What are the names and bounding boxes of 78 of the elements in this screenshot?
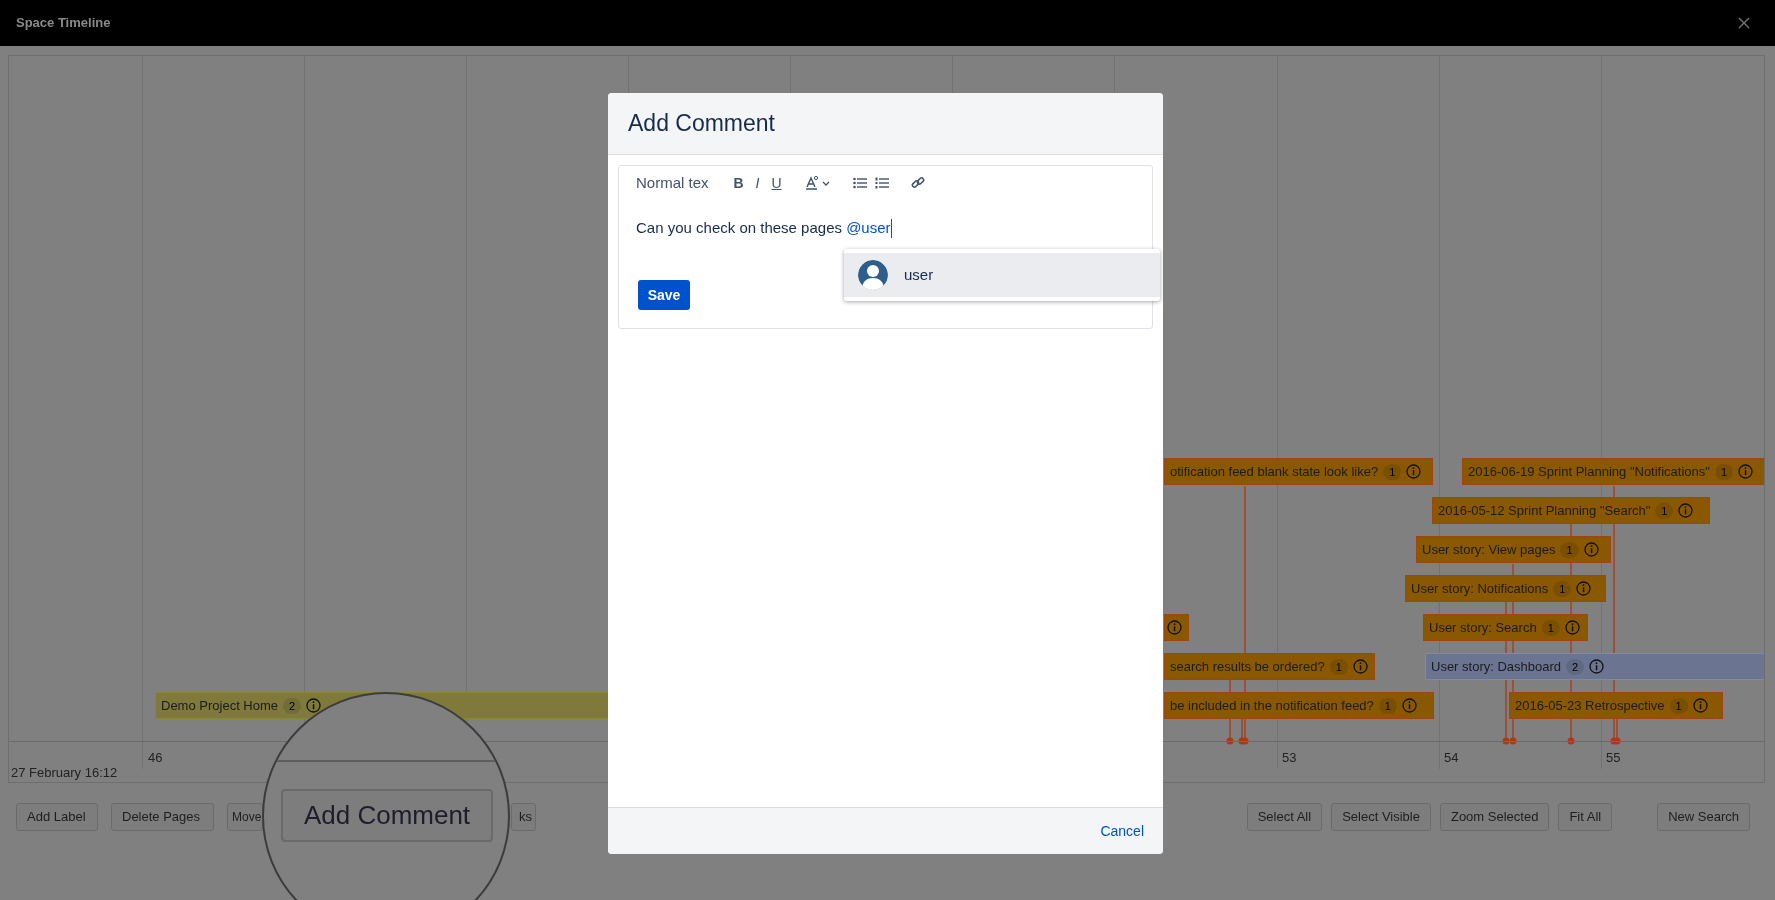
item-title: User story: Dashboard (1431, 657, 1562, 676)
info-icon[interactable] (1678, 503, 1694, 518)
info-icon[interactable] (1406, 464, 1422, 479)
count-badge: 1 (1560, 541, 1579, 558)
timeline-item[interactable]: be included in the notification feed? 1 (1164, 692, 1434, 719)
bullet-list-icon[interactable] (853, 177, 867, 189)
mention-suggestion[interactable]: user (844, 253, 1160, 297)
info-icon[interactable] (1738, 464, 1754, 479)
info-icon[interactable] (306, 698, 322, 713)
item-title: 2016-05-23 Retrospective (1515, 696, 1665, 715)
info-icon[interactable] (1576, 581, 1592, 596)
item-title: otification feed blank state look like? (1170, 462, 1379, 481)
info-icon[interactable] (1352, 659, 1368, 674)
format-button[interactable]: U (770, 172, 783, 194)
link-icon[interactable] (911, 176, 925, 190)
format-button[interactable]: B (732, 172, 745, 194)
timeline-item[interactable]: 2016-06-19 Sprint Planning "Notifications" 1 (1462, 458, 1764, 485)
count-badge: 1 (1553, 580, 1572, 597)
text-style-menu[interactable]: Normal tex (636, 171, 710, 195)
timeline-item[interactable]: User story: View pages 1 (1416, 536, 1611, 563)
item-title: 2016-06-19 Sprint Planning "Notifications" (1468, 462, 1710, 481)
item-title: 2016-05-12 Sprint Planning "Search" (1438, 501, 1651, 520)
timeline-item[interactable]: otification feed blank state look like? 1 (1164, 458, 1433, 485)
week-label: 46 (148, 749, 163, 767)
info-icon[interactable] (1692, 698, 1708, 713)
timeline-item[interactable]: 2016-05-12 Sprint Planning "Search" 1 (1432, 497, 1710, 524)
text-cursor (890, 218, 892, 238)
item-title: be included in the notification feed? (1170, 696, 1374, 715)
info-icon[interactable] (1589, 659, 1605, 674)
info-icon[interactable] (1167, 620, 1182, 635)
count-badge: 2 (1566, 658, 1585, 675)
window-title: Space Timeline (16, 14, 111, 33)
avatar-icon (858, 260, 888, 290)
toolbar-button[interactable]: Add Label (16, 803, 98, 831)
count-badge: 1 (1329, 658, 1348, 675)
add-comment-button[interactable]: Add Comment (281, 789, 493, 842)
item-title: User story: Notifications (1411, 579, 1549, 598)
toolbar-button[interactable]: Delete Pages (111, 803, 214, 831)
week-label: 55 (1606, 749, 1621, 767)
count-badge: 1 (1655, 502, 1674, 519)
toolbar-button[interactable]: ks (511, 803, 536, 831)
info-icon[interactable] (1583, 542, 1599, 557)
cancel-link[interactable]: Cancel (1100, 820, 1144, 842)
item-title: search results be ordered? (1170, 657, 1325, 676)
user-name: user (904, 264, 934, 285)
toolbar-button[interactable]: Select Visible (1331, 803, 1431, 831)
toolbar-button[interactable]: Move (227, 803, 263, 831)
toolbar-button[interactable]: Select All (1246, 803, 1323, 831)
dialog-title: Add Comment (628, 109, 775, 139)
timeline-item[interactable]: 2016-05-23 Retrospective 1 (1509, 692, 1723, 719)
timeline-item[interactable] (1164, 614, 1189, 641)
timeline-item[interactable]: User story: Dashboard 2 (1425, 653, 1764, 680)
item-title: User story: View pages (1422, 540, 1556, 559)
count-badge: 1 (1541, 619, 1560, 636)
count-badge: 2 (283, 697, 302, 714)
timeline-item[interactable]: User story: Notifications 1 (1405, 575, 1606, 602)
timeline-item[interactable]: search results be ordered? 1 (1164, 653, 1375, 680)
count-badge: 1 (1714, 463, 1734, 480)
week-label: 53 (1282, 749, 1297, 767)
toolbar-button[interactable]: Zoom Selected (1439, 803, 1550, 831)
toolbar-button[interactable]: Fit All (1558, 803, 1613, 831)
timeline-item[interactable]: User story: Search 1 (1423, 614, 1588, 641)
info-icon[interactable] (1401, 698, 1417, 713)
count-badge: 1 (1378, 697, 1397, 714)
info-icon[interactable] (1564, 620, 1580, 635)
item-title: User story: Search (1429, 618, 1537, 637)
save-button[interactable]: Save (638, 280, 690, 310)
count-badge: 1 (1669, 697, 1688, 714)
comment-text: Can you check on these pages (636, 218, 843, 238)
numbered-list-icon[interactable] (875, 177, 889, 189)
date-label: 27 February 16:12 (11, 765, 118, 781)
week-label: 54 (1444, 749, 1459, 767)
count-badge: 1 (1383, 463, 1402, 480)
item-title: Demo Project Home (161, 696, 279, 715)
close-icon[interactable] (1737, 16, 1751, 30)
mention-link[interactable]: @user (846, 217, 891, 240)
format-button[interactable]: I (751, 172, 764, 194)
toolbar-button[interactable]: New Search (1657, 803, 1750, 831)
